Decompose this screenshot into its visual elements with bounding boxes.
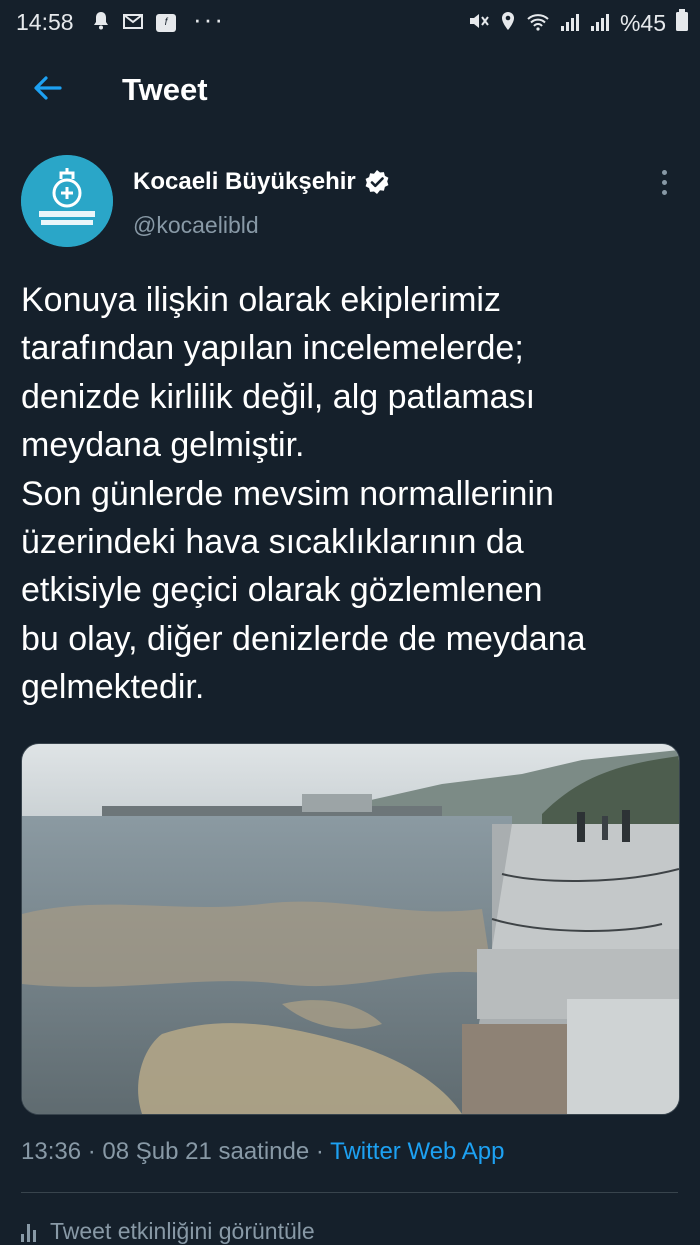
author-handle[interactable]: @kocaelibld [133, 212, 259, 239]
kocaeli-logo [21, 155, 113, 247]
back-button[interactable] [30, 70, 66, 106]
page-title: Tweet [122, 72, 208, 107]
back-arrow-icon [34, 76, 62, 100]
mute-icon [468, 10, 490, 37]
tweet-text: Konuya ilişkin olarak ekiplerimiz tarafı… [21, 281, 586, 707]
notification-icons: f [92, 9, 176, 36]
status-bar: 14:58 f ··· %45 [0, 0, 700, 44]
analytics-bars-icon [21, 1222, 36, 1242]
battery-icon [676, 9, 688, 37]
avatar[interactable] [21, 155, 113, 247]
activity-label[interactable]: Tweet etkinliğini görüntüle [50, 1218, 315, 1245]
top-app-bar: Tweet [0, 52, 700, 128]
gmail-icon [122, 9, 144, 36]
signal-icon [590, 10, 610, 37]
location-icon [500, 10, 516, 37]
tweet-photo[interactable] [21, 743, 680, 1115]
timestamp-text: 13:36 · 08 Şub 21 saatinde · [21, 1138, 331, 1165]
seafront-algae-photo [22, 744, 679, 1114]
system-icons: %45 [468, 9, 688, 37]
more-options-button[interactable] [656, 170, 672, 200]
author-name-row[interactable]: Kocaeli Büyükşehir [133, 168, 390, 196]
alarm-bell-icon [92, 9, 110, 36]
battery-percent: %45 [619, 9, 666, 36]
wifi-icon [526, 10, 550, 37]
tweet-activity-link[interactable]: Tweet etkinliğini görüntüle [21, 1218, 315, 1245]
more-notifications-icon: ··· [193, 4, 225, 34]
divider [21, 1192, 678, 1193]
source-link[interactable]: Twitter Web App [330, 1138, 504, 1165]
signal-icon [560, 10, 580, 37]
verified-badge-icon [365, 170, 389, 194]
author-name[interactable]: Kocaeli Büyükşehir [133, 168, 356, 196]
news-app-icon: f [156, 13, 176, 32]
tweet-timestamp: 13:36 · 08 Şub 21 saatinde · Twitter Web… [21, 1138, 504, 1166]
more-vertical-icon [661, 170, 667, 175]
status-time: 14:58 [16, 9, 74, 35]
